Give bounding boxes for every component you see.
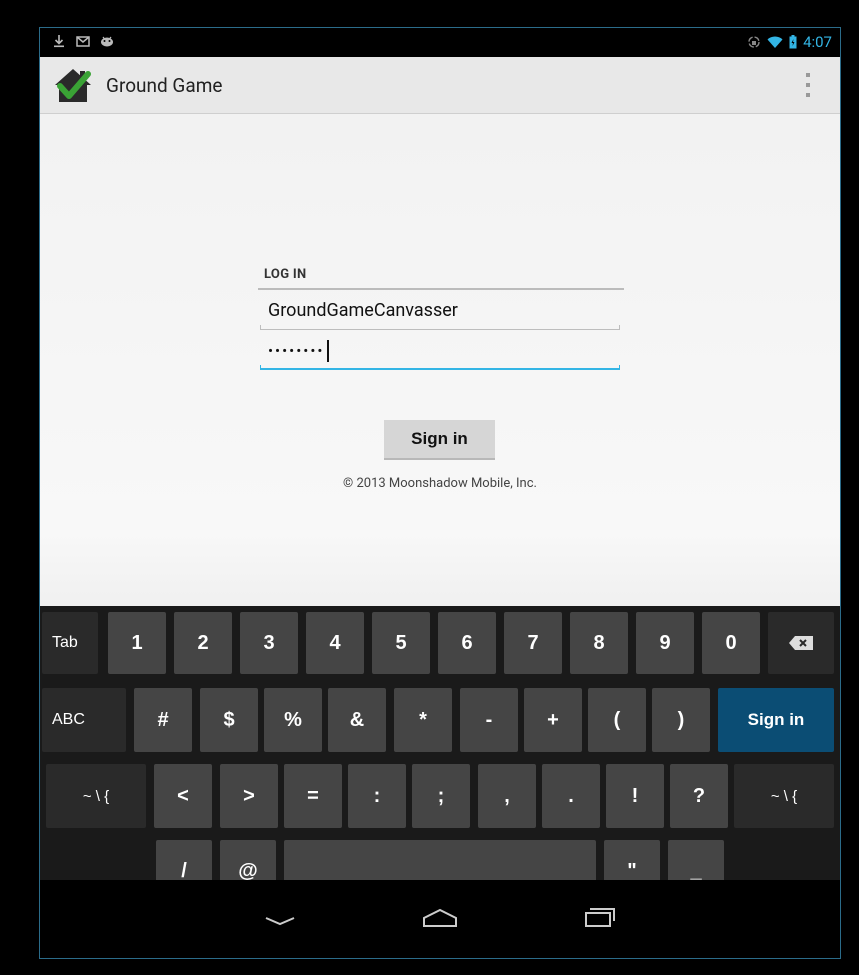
key-open-paren[interactable]: ( — [588, 688, 646, 752]
rotation-lock-icon — [748, 36, 760, 48]
text-cursor — [326, 340, 329, 363]
key-period[interactable]: . — [542, 764, 600, 828]
key-comma[interactable]: , — [478, 764, 536, 828]
key-5[interactable]: 5 — [372, 612, 430, 674]
key-symbols-right[interactable]: ~ \ { — [734, 764, 834, 828]
key-less-than[interactable]: < — [154, 764, 212, 828]
gmail-icon — [76, 36, 90, 47]
download-icon — [54, 35, 64, 48]
key-semicolon[interactable]: ; — [412, 764, 470, 828]
key-abc[interactable]: ABC — [42, 688, 126, 752]
key-2[interactable]: 2 — [174, 612, 232, 674]
key-0[interactable]: 0 — [702, 612, 760, 674]
overflow-menu-icon[interactable] — [806, 73, 812, 97]
key-8[interactable]: 8 — [570, 612, 628, 674]
status-time: 4:07 — [803, 33, 832, 51]
key-1[interactable]: 1 — [108, 612, 166, 674]
key-colon[interactable]: : — [348, 764, 406, 828]
android-icon — [101, 36, 113, 47]
key-6[interactable]: 6 — [438, 612, 496, 674]
back-icon[interactable] — [250, 898, 310, 938]
house-check-logo-icon[interactable] — [52, 65, 94, 105]
status-bar: 4:07 — [40, 28, 840, 57]
recent-apps-icon[interactable] — [570, 898, 630, 938]
backspace-icon — [789, 636, 813, 650]
key-7[interactable]: 7 — [504, 612, 562, 674]
username-field[interactable]: GroundGameCanvasser — [260, 294, 620, 330]
battery-icon — [789, 35, 797, 49]
key-ampersand[interactable]: & — [328, 688, 386, 752]
backspace-key[interactable] — [768, 612, 834, 674]
on-screen-keyboard: Tab 1 2 3 4 5 6 7 8 9 0 ABC # $ % & * - … — [40, 606, 840, 902]
key-tab[interactable]: Tab — [42, 612, 98, 674]
navigation-bar — [40, 880, 840, 958]
key-4[interactable]: 4 — [306, 612, 364, 674]
key-equals[interactable]: = — [284, 764, 342, 828]
section-label: LOG IN — [264, 267, 307, 282]
password-value: •••••••• — [268, 342, 325, 360]
login-form: LOG IN GroundGameCanvasser •••••••• Sign… — [40, 114, 840, 606]
key-asterisk[interactable]: * — [394, 688, 452, 752]
key-sign-in[interactable]: Sign in — [718, 688, 834, 752]
wifi-icon — [767, 36, 783, 48]
password-field[interactable]: •••••••• — [260, 334, 620, 370]
key-symbols-left[interactable]: ~ \ { — [46, 764, 146, 828]
key-9[interactable]: 9 — [636, 612, 694, 674]
key-question[interactable]: ? — [670, 764, 728, 828]
key-minus[interactable]: - — [460, 688, 518, 752]
key-close-paren[interactable]: ) — [652, 688, 710, 752]
key-hash[interactable]: # — [134, 688, 192, 752]
home-icon[interactable] — [410, 898, 470, 938]
section-divider — [258, 288, 624, 290]
username-value: GroundGameCanvasser — [268, 300, 458, 321]
copyright-text: © 2013 Moonshadow Mobile, Inc. — [343, 476, 537, 491]
app-title: Ground Game — [106, 74, 223, 97]
key-greater-than[interactable]: > — [220, 764, 278, 828]
key-plus[interactable]: + — [524, 688, 582, 752]
key-dollar[interactable]: $ — [200, 688, 258, 752]
key-3[interactable]: 3 — [240, 612, 298, 674]
sign-in-button[interactable]: Sign in — [384, 420, 495, 460]
tablet-screen: 4:07 Ground Game LOG IN GroundGameCanvas… — [39, 27, 841, 959]
key-exclamation[interactable]: ! — [606, 764, 664, 828]
key-percent[interactable]: % — [264, 688, 322, 752]
action-bar: Ground Game — [40, 57, 840, 114]
